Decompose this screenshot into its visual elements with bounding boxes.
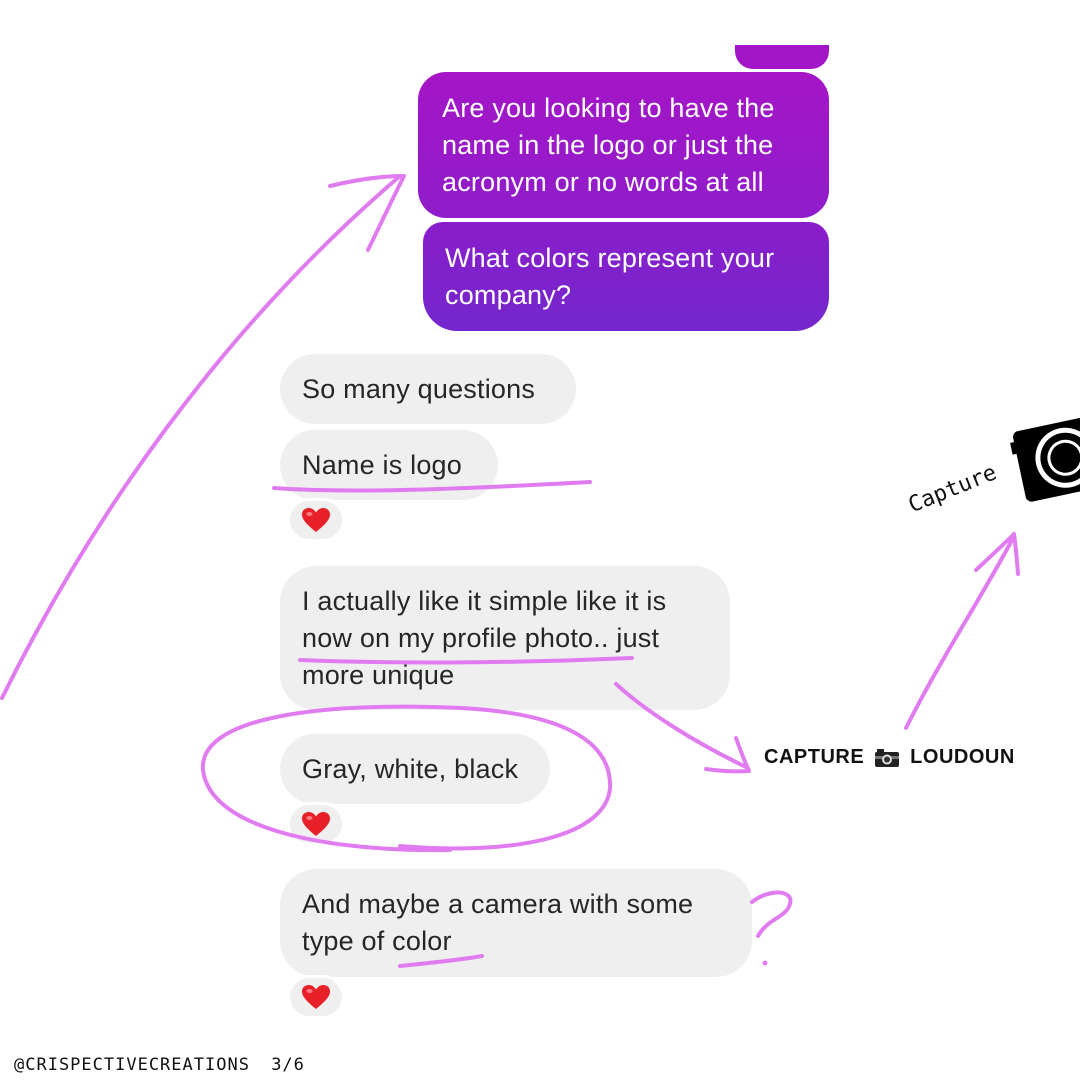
camera-logo-icon <box>1010 414 1080 502</box>
underline-profile-photo <box>298 656 634 665</box>
underline-name-is-logo <box>272 480 592 493</box>
question-mark-stroke <box>750 890 793 938</box>
circle-gray-white-black <box>200 704 613 853</box>
question-mark-dot <box>762 960 768 966</box>
footer-handle: @CRISPECTIVECREATIONS <box>14 1055 250 1075</box>
camera-icon <box>875 748 900 767</box>
underline-color <box>398 954 484 968</box>
footer: @CRISPECTIVECREATIONS 3/6 <box>14 1055 305 1075</box>
long-arrow <box>0 174 402 700</box>
brand-right-text: LOUDOUN <box>910 746 1015 768</box>
annotation-overlay <box>0 174 1020 968</box>
brand-annotation: CAPTURE LOUDOUN <box>764 746 1015 769</box>
arrow-to-brand <box>614 682 750 770</box>
long-arrow-head <box>328 174 406 252</box>
brand-left-text: CAPTURE <box>764 746 865 768</box>
arrow-to-camera <box>904 538 1014 730</box>
footer-page: 3/6 <box>271 1055 305 1075</box>
